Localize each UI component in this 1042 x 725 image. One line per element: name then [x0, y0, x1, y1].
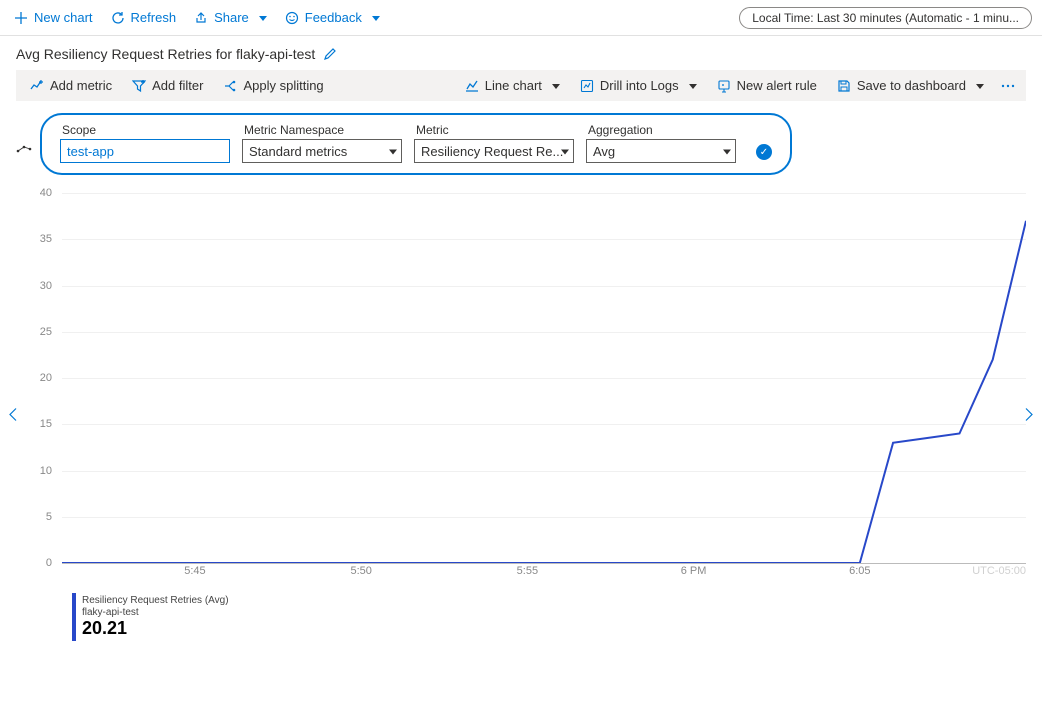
filter-icon: [132, 79, 146, 93]
share-label: Share: [214, 10, 249, 25]
aggregation-label: Aggregation: [586, 123, 736, 137]
chart-area: 0510152025303540 5:455:505:556 PM6:05UTC…: [16, 193, 1026, 641]
chevron-down-icon: [557, 144, 569, 159]
scope-label: Scope: [60, 123, 230, 137]
y-tick: 30: [40, 280, 52, 292]
y-tick: 15: [40, 418, 52, 430]
scope-input[interactable]: test-app: [60, 139, 230, 163]
add-filter-button[interactable]: Add filter: [124, 74, 211, 97]
add-metric-icon: [30, 79, 44, 93]
metric-selector-row: Scope test-app Metric Namespace Standard…: [16, 113, 1026, 175]
ellipsis-icon: [1000, 79, 1016, 93]
chart-type-label: Line chart: [485, 78, 542, 93]
chevron-down-icon: [548, 78, 560, 93]
refresh-label: Refresh: [131, 10, 177, 25]
legend-series-label: Resiliency Request Retries (Avg): [82, 595, 229, 607]
timezone-label: UTC-05:00: [972, 565, 1026, 577]
share-button[interactable]: Share: [186, 6, 275, 29]
refresh-button[interactable]: Refresh: [103, 6, 185, 29]
metric-select[interactable]: Resiliency Request Re...: [414, 139, 574, 163]
alert-icon: [717, 79, 731, 93]
metric-value: Resiliency Request Re...: [421, 144, 563, 159]
add-metric-label: Add metric: [50, 78, 112, 93]
logs-icon: [580, 79, 594, 93]
legend-value: 20.21: [82, 619, 229, 639]
chart-title-row: Avg Resiliency Request Retries for flaky…: [0, 36, 1042, 70]
aggregation-select[interactable]: Avg: [586, 139, 736, 163]
chevron-down-icon: [972, 78, 984, 93]
aggregation-field: Aggregation Avg: [586, 123, 736, 163]
chart-title: Avg Resiliency Request Retries for flaky…: [16, 46, 315, 62]
metric-selector-pill: Scope test-app Metric Namespace Standard…: [40, 113, 792, 175]
y-tick: 5: [46, 511, 52, 523]
x-tick: 5:50: [350, 565, 371, 577]
drill-logs-label: Drill into Logs: [600, 78, 679, 93]
y-axis: 0510152025303540: [16, 193, 56, 563]
y-tick: 10: [40, 465, 52, 477]
chevron-down-icon: [255, 10, 267, 25]
refresh-icon: [111, 11, 125, 25]
new-chart-button[interactable]: New chart: [6, 6, 101, 29]
new-chart-label: New chart: [34, 10, 93, 25]
scope-field: Scope test-app: [60, 123, 230, 163]
chevron-down-icon: [385, 144, 397, 159]
apply-splitting-button[interactable]: Apply splitting: [215, 74, 331, 97]
check-icon: ✓: [756, 144, 772, 160]
chevron-down-icon: [368, 10, 380, 25]
x-tick: 6:05: [849, 565, 870, 577]
namespace-value: Standard metrics: [249, 144, 347, 159]
time-range-label: Local Time: Last 30 minutes (Automatic -…: [752, 11, 1019, 25]
x-axis: 5:45 5:50 5:55 6 PM 6:05 UTC-05:00: [62, 563, 1026, 583]
legend-card[interactable]: Resiliency Request Retries (Avg) flaky-a…: [72, 593, 237, 641]
x-tick: 6 PM: [681, 565, 707, 577]
top-toolbar: New chart Refresh Share Feedback Local T…: [0, 0, 1042, 36]
save-dashboard-button[interactable]: Save to dashboard: [829, 74, 992, 97]
drill-logs-button[interactable]: Drill into Logs: [572, 74, 705, 97]
namespace-label: Metric Namespace: [242, 123, 402, 137]
time-range-pill[interactable]: Local Time: Last 30 minutes (Automatic -…: [739, 7, 1032, 29]
series-color-icon: [16, 113, 32, 153]
namespace-field: Metric Namespace Standard metrics: [242, 123, 402, 163]
x-tick: 5:45: [184, 565, 205, 577]
y-tick: 40: [40, 187, 52, 199]
new-alert-button[interactable]: New alert rule: [709, 74, 825, 97]
chevron-down-icon: [685, 78, 697, 93]
add-filter-label: Add filter: [152, 78, 203, 93]
y-tick: 20: [40, 372, 52, 384]
y-tick: 25: [40, 326, 52, 338]
add-metric-button[interactable]: Add metric: [22, 74, 120, 97]
split-icon: [223, 79, 237, 93]
chart-toolbar: Add metric Add filter Apply splitting Li…: [16, 70, 1026, 101]
metric-label: Metric: [414, 123, 574, 137]
edit-icon[interactable]: [323, 47, 337, 61]
y-tick: 0: [46, 557, 52, 569]
smiley-icon: [285, 11, 299, 25]
namespace-select[interactable]: Standard metrics: [242, 139, 402, 163]
metric-field: Metric Resiliency Request Re...: [414, 123, 574, 163]
save-dashboard-label: Save to dashboard: [857, 78, 966, 93]
chevron-down-icon: [719, 144, 731, 159]
scope-value: test-app: [67, 144, 114, 159]
line-chart-icon: [465, 79, 479, 93]
new-alert-label: New alert rule: [737, 78, 817, 93]
share-icon: [194, 11, 208, 25]
y-tick: 35: [40, 233, 52, 245]
feedback-label: Feedback: [305, 10, 362, 25]
more-button[interactable]: [996, 75, 1020, 97]
aggregation-value: Avg: [593, 144, 615, 159]
apply-splitting-label: Apply splitting: [243, 78, 323, 93]
plus-icon: [14, 11, 28, 25]
feedback-button[interactable]: Feedback: [277, 6, 388, 29]
chart-type-button[interactable]: Line chart: [457, 74, 568, 97]
save-icon: [837, 79, 851, 93]
x-tick: 5:55: [517, 565, 538, 577]
chart-plot: [62, 193, 1026, 563]
